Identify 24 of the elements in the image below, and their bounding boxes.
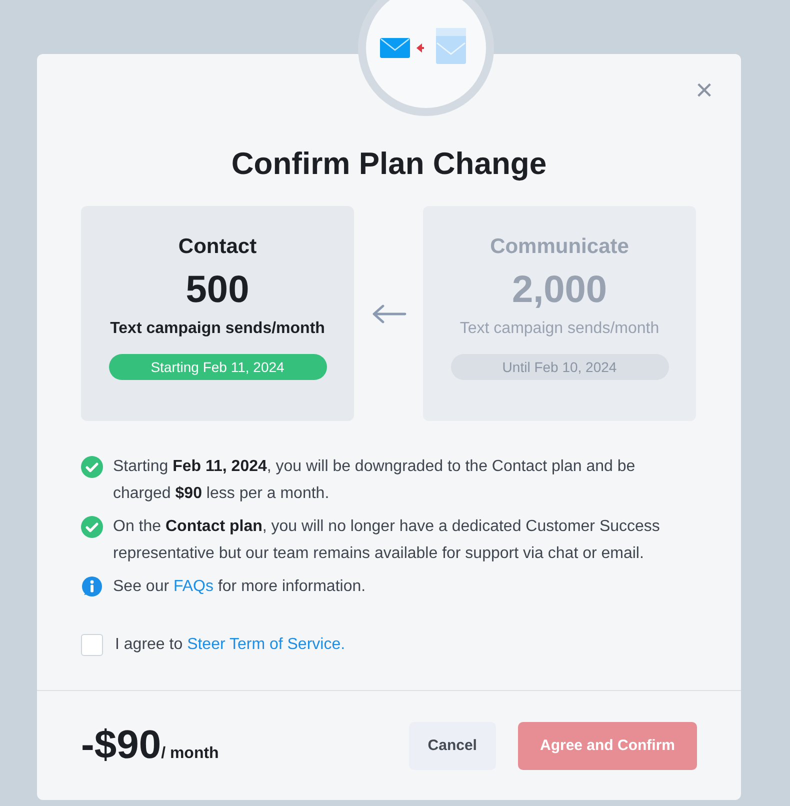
check-circle-icon — [81, 456, 103, 478]
cancel-button[interactable]: Cancel — [408, 722, 496, 770]
plan-unit: Text campaign sends/month — [460, 320, 660, 338]
check-circle-icon — [81, 516, 103, 538]
plan-name: Communicate — [490, 235, 629, 259]
plan-name: Contact — [178, 235, 257, 259]
info-icon — [81, 576, 103, 598]
date-pill: Starting Feb 11, 2024 — [108, 354, 326, 380]
note-text: See our FAQs for more information. — [113, 577, 366, 597]
faq-link[interactable]: FAQs — [173, 578, 214, 595]
note-text: On the Contact plan, you will no longer have a dedicated Customer Success representative but our team remains available for support via chat or email. — [113, 517, 661, 564]
date-pill: Until Feb 10, 2024 — [450, 354, 668, 380]
price-period: / month — [161, 745, 219, 763]
agree-label: I agree to Steer Term of Service. — [115, 636, 346, 654]
left-arrow-icon — [370, 304, 406, 324]
plan-unit: Text campaign sends/month — [110, 320, 325, 338]
plan-amount: 500 — [186, 269, 250, 312]
close-button[interactable]: × — [693, 78, 715, 104]
terms-link[interactable]: Steer Term of Service. — [187, 636, 346, 653]
agree-checkbox[interactable] — [81, 634, 103, 656]
dialog-title: Confirm Plan Change — [230, 146, 548, 182]
plan-amount: 2,000 — [512, 269, 608, 312]
note-text: Starting Feb 11, 2024, you will be downgraded to the Contact plan and be charged $90 less per a month. — [113, 457, 636, 504]
price-amount: -$90 — [81, 723, 162, 768]
